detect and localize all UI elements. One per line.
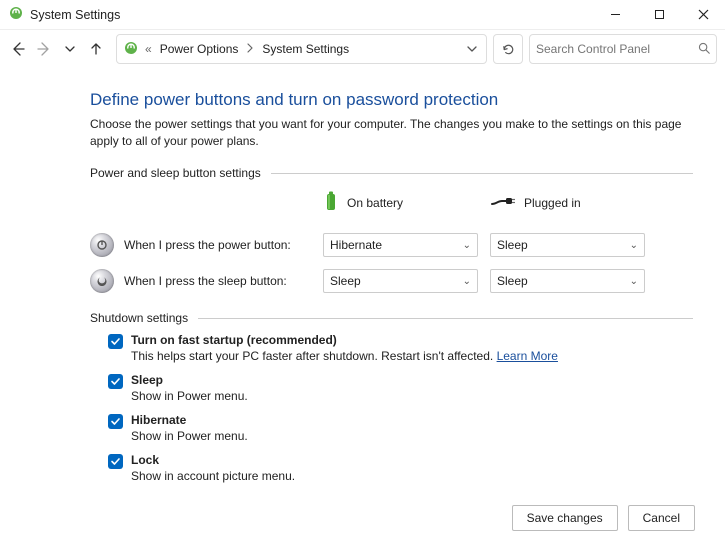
chevron-down-icon: ⌄	[463, 276, 471, 287]
item-description: Show in Power menu.	[131, 429, 248, 443]
window-title: System Settings	[30, 8, 120, 22]
row-label-text: When I press the power button:	[124, 238, 291, 252]
breadcrumb-item[interactable]: System Settings	[262, 42, 349, 56]
item-description: This helps start your PC faster after sh…	[131, 349, 558, 363]
recent-dropdown[interactable]	[62, 41, 78, 57]
shutdown-section-header: Shutdown settings	[90, 311, 693, 325]
select-value: Hibernate	[330, 238, 382, 252]
select-value: Sleep	[330, 274, 361, 288]
item-description: Show in Power menu.	[131, 389, 248, 403]
divider	[271, 173, 693, 174]
learn-more-link[interactable]: Learn More	[497, 349, 558, 363]
column-header-battery: On battery	[323, 186, 478, 221]
search-input[interactable]	[536, 42, 691, 56]
section-label: Power and sleep button settings	[90, 166, 261, 180]
power-button-battery-select[interactable]: Hibernate ⌄	[323, 233, 478, 257]
app-icon	[8, 5, 24, 24]
address-dropdown[interactable]	[464, 41, 480, 57]
item-title: Turn on fast startup (recommended)	[131, 333, 558, 347]
power-button-plugged-select[interactable]: Sleep ⌄	[490, 233, 645, 257]
save-button[interactable]: Save changes	[512, 505, 618, 531]
shutdown-item-fast-startup: Turn on fast startup (recommended) This …	[108, 333, 693, 363]
maximize-button[interactable]	[637, 0, 681, 30]
chevron-down-icon: ⌄	[463, 240, 471, 251]
checkbox[interactable]	[108, 334, 123, 349]
address-icon	[123, 40, 139, 59]
page-title: Define power buttons and turn on passwor…	[90, 90, 693, 110]
shutdown-item-lock: Lock Show in account picture menu.	[108, 453, 693, 483]
checkbox[interactable]	[108, 414, 123, 429]
power-section-header: Power and sleep button settings	[90, 166, 693, 180]
chevron-down-icon: ⌄	[630, 240, 638, 251]
item-description: Show in account picture menu.	[131, 469, 295, 483]
checkbox[interactable]	[108, 454, 123, 469]
titlebar: System Settings	[0, 0, 725, 30]
power-grid: On battery Plugged in When I press the p…	[90, 186, 693, 293]
minimize-button[interactable]	[593, 0, 637, 30]
select-value: Sleep	[497, 238, 528, 252]
item-title: Sleep	[131, 373, 248, 387]
sleep-row-label: When I press the sleep button:	[90, 269, 311, 293]
power-row-label: When I press the power button:	[90, 233, 311, 257]
shutdown-item-hibernate: Hibernate Show in Power menu.	[108, 413, 693, 443]
row-label-text: When I press the sleep button:	[124, 274, 287, 288]
sleep-button-plugged-select[interactable]: Sleep ⌄	[490, 269, 645, 293]
refresh-button[interactable]	[493, 34, 523, 64]
item-title: Hibernate	[131, 413, 248, 427]
chevron-right-icon	[246, 42, 254, 56]
select-value: Sleep	[497, 274, 528, 288]
column-label: On battery	[347, 196, 403, 210]
address-bar[interactable]: « Power Options System Settings	[116, 34, 487, 64]
divider	[198, 318, 693, 319]
column-label: Plugged in	[524, 196, 581, 210]
power-button-icon	[90, 233, 114, 257]
item-title: Lock	[131, 453, 295, 467]
sleep-button-icon	[90, 269, 114, 293]
shutdown-list: Turn on fast startup (recommended) This …	[90, 333, 693, 483]
window-controls	[593, 0, 725, 30]
breadcrumb-root-chevron[interactable]: «	[145, 42, 152, 56]
breadcrumb-item[interactable]: Power Options	[160, 42, 239, 56]
chevron-down-icon: ⌄	[630, 276, 638, 287]
close-button[interactable]	[681, 0, 725, 30]
shutdown-item-sleep: Sleep Show in Power menu.	[108, 373, 693, 403]
battery-icon	[323, 190, 339, 215]
up-button[interactable]	[88, 41, 104, 57]
plug-icon	[490, 194, 516, 211]
nav-row: « Power Options System Settings	[0, 30, 725, 74]
forward-button[interactable]	[36, 41, 52, 57]
footer: Save changes Cancel	[0, 497, 725, 545]
sleep-button-battery-select[interactable]: Sleep ⌄	[323, 269, 478, 293]
search-box[interactable]	[529, 34, 717, 64]
checkbox[interactable]	[108, 374, 123, 389]
search-icon	[697, 41, 711, 58]
column-header-plugged: Plugged in	[490, 190, 645, 217]
cancel-button[interactable]: Cancel	[628, 505, 695, 531]
section-label: Shutdown settings	[90, 311, 188, 325]
breadcrumb: « Power Options System Settings	[145, 42, 458, 56]
page-description: Choose the power settings that you want …	[90, 116, 693, 150]
back-button[interactable]	[10, 41, 26, 57]
main-content: Define power buttons and turn on passwor…	[0, 74, 725, 483]
